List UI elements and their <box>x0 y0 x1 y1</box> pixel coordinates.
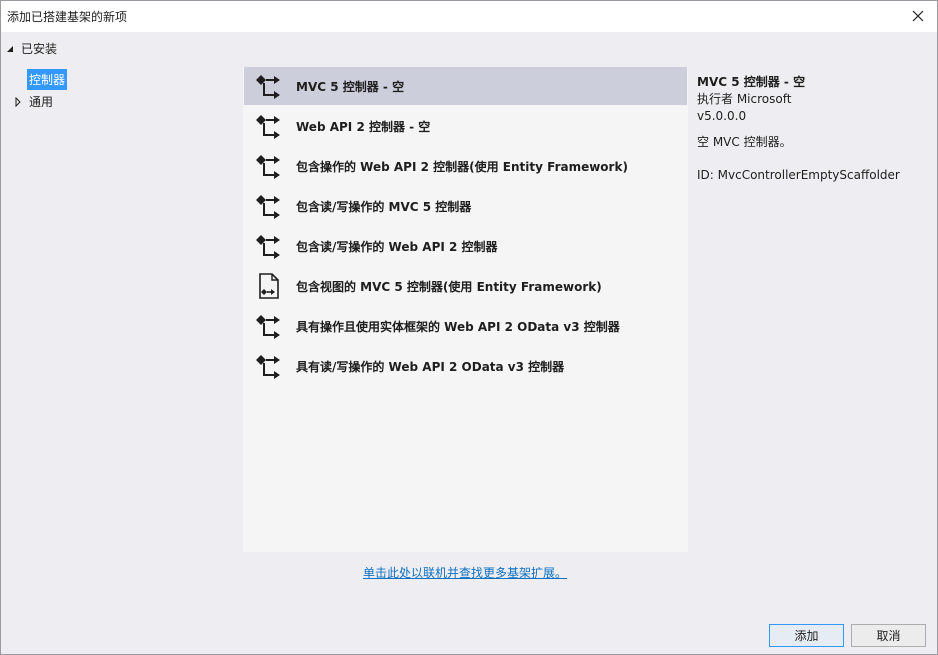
window-title: 添加已搭建基架的新项 <box>7 10 128 24</box>
online-extensions-link[interactable]: 单击此处以联机并查找更多基架扩展。 <box>363 564 567 581</box>
close-button[interactable] <box>901 2 935 30</box>
scaffold-dialog: 添加已搭建基架的新项 已安装 控制器 通用 MVC 5 控制器 - 空 Web … <box>0 0 938 655</box>
list-item-label: 具有操作且使用实体框架的 Web API 2 OData v3 控制器 <box>296 319 620 334</box>
list-item[interactable]: 包含视图的 MVC 5 控制器(使用 Entity Framework) <box>244 267 687 305</box>
dialog-footer: 添加 取消 <box>1 592 937 654</box>
add-button[interactable]: 添加 <box>769 624 844 647</box>
list-item-label: 包含读/写操作的 Web API 2 控制器 <box>296 239 498 254</box>
list-item[interactable]: 具有读/写操作的 Web API 2 OData v3 控制器 <box>244 347 687 385</box>
details-author: 执行者 Microsoft <box>697 92 792 106</box>
list-item-label: 包含视图的 MVC 5 控制器(使用 Entity Framework) <box>296 279 602 294</box>
title-bar: 添加已搭建基架的新项 <box>1 1 937 32</box>
list-item-label: 包含读/写操作的 MVC 5 控制器 <box>296 199 472 214</box>
controller-icon <box>254 351 284 381</box>
list-item-label: 包含操作的 Web API 2 控制器(使用 Entity Framework) <box>296 159 628 174</box>
controller-icon <box>254 71 284 101</box>
expanded-triangle-icon <box>7 45 13 52</box>
scaffold-list: MVC 5 控制器 - 空 Web API 2 控制器 - 空 包含操作的 We… <box>243 67 688 552</box>
details-id: ID: MvcControllerEmptyScaffolder <box>697 168 900 182</box>
view-controller-icon <box>254 271 284 301</box>
details-title: MVC 5 控制器 - 空 <box>697 75 806 89</box>
collapsed-triangle-icon <box>15 96 21 107</box>
list-item[interactable]: 包含读/写操作的 MVC 5 控制器 <box>244 187 687 225</box>
list-item-label: 具有读/写操作的 Web API 2 OData v3 控制器 <box>296 359 565 374</box>
tree-node-label: 通用 <box>29 95 54 109</box>
list-item[interactable]: 具有操作且使用实体框架的 Web API 2 OData v3 控制器 <box>244 307 687 345</box>
list-item[interactable]: MVC 5 控制器 - 空 <box>244 67 687 105</box>
controller-icon <box>254 311 284 341</box>
details-panel: MVC 5 控制器 - 空 执行者 Microsoft v5.0.0.0 空 M… <box>697 74 932 184</box>
tree-node-label: 控制器 <box>29 73 66 87</box>
list-item[interactable]: 包含操作的 Web API 2 控制器(使用 Entity Framework) <box>244 147 687 185</box>
list-item[interactable]: 包含读/写操作的 Web API 2 控制器 <box>244 227 687 265</box>
list-item[interactable]: Web API 2 控制器 - 空 <box>244 107 687 145</box>
cancel-button[interactable]: 取消 <box>851 624 926 647</box>
category-tree: 已安装 控制器 通用 <box>1 32 241 552</box>
tree-node-controller[interactable]: 控制器 <box>27 69 68 90</box>
tree-node-general[interactable]: 通用 <box>13 93 53 110</box>
list-item-label: MVC 5 控制器 - 空 <box>296 79 405 94</box>
list-item-label: Web API 2 控制器 - 空 <box>296 119 431 134</box>
details-version: v5.0.0.0 <box>697 109 747 123</box>
controller-icon <box>254 191 284 221</box>
controller-icon <box>254 111 284 141</box>
controller-icon <box>254 151 284 181</box>
controller-icon <box>254 231 284 261</box>
tree-node-label: 已安装 <box>21 42 58 56</box>
details-description: 空 MVC 控制器。 <box>697 135 792 149</box>
tree-node-installed[interactable]: 已安装 <box>5 40 57 57</box>
close-icon <box>912 10 924 22</box>
